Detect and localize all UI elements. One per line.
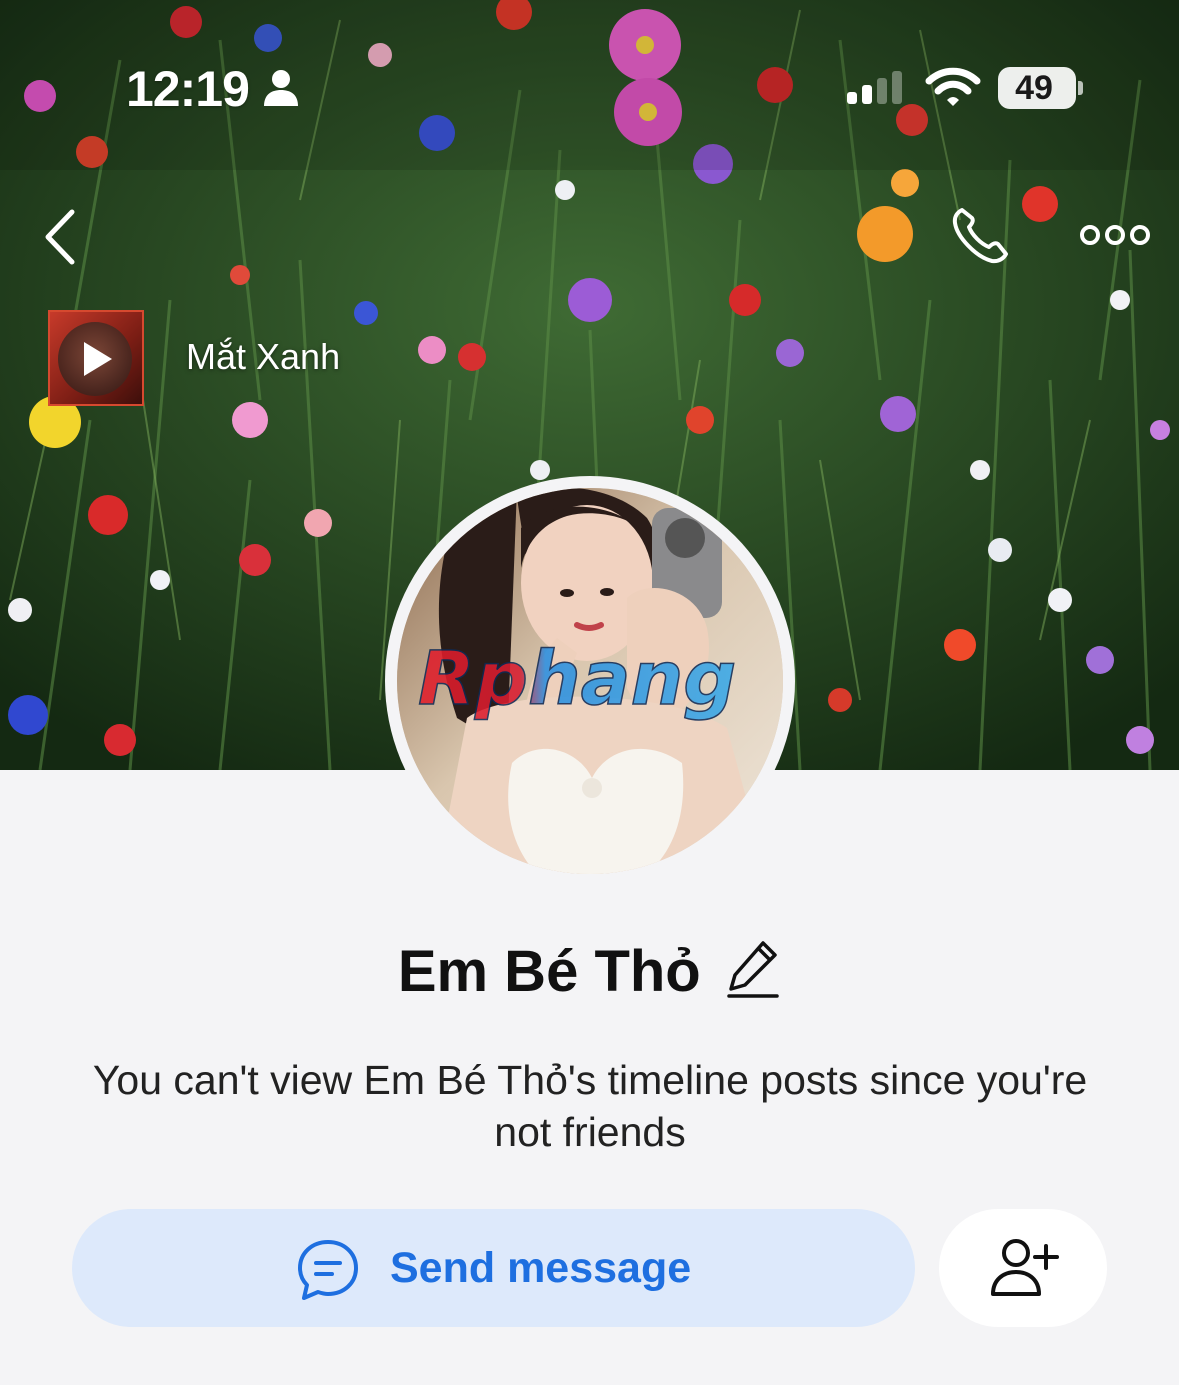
add-friend-icon[interactable]: [988, 1236, 1060, 1300]
privacy-notice: You can't view Em Bé Thỏ's timeline post…: [92, 1057, 1088, 1155]
more-dots-icon[interactable]: [1078, 218, 1152, 252]
send-message-label[interactable]: Send message: [390, 1244, 691, 1293]
profile-name-row: Em Bé Thỏ: [0, 938, 1179, 1005]
battery-indicator: 49: [998, 67, 1083, 109]
person-icon: [264, 70, 298, 106]
svg-text:Rphang: Rphang: [418, 636, 736, 722]
profile-name: Em Bé Thỏ: [397, 939, 701, 1004]
play-icon[interactable]: [84, 342, 112, 376]
phone-icon[interactable]: [948, 204, 1014, 268]
wifi-icon: [925, 67, 981, 106]
chevron-left-icon[interactable]: [36, 206, 86, 268]
music-thumbnail[interactable]: [48, 310, 144, 406]
music-title[interactable]: Mắt Xanh: [186, 336, 340, 378]
cellular-signal-icon: [847, 71, 902, 104]
watermark-logo: Rphang: [417, 636, 737, 723]
profile-screen: 12:19 49 Mắt Xanh Rphang Em Bé Thỏ You c…: [0, 0, 1179, 1385]
chat-bubble-icon[interactable]: [296, 1238, 360, 1302]
pencil-icon[interactable]: [727, 937, 781, 999]
status-time: 12:19: [126, 61, 250, 117]
